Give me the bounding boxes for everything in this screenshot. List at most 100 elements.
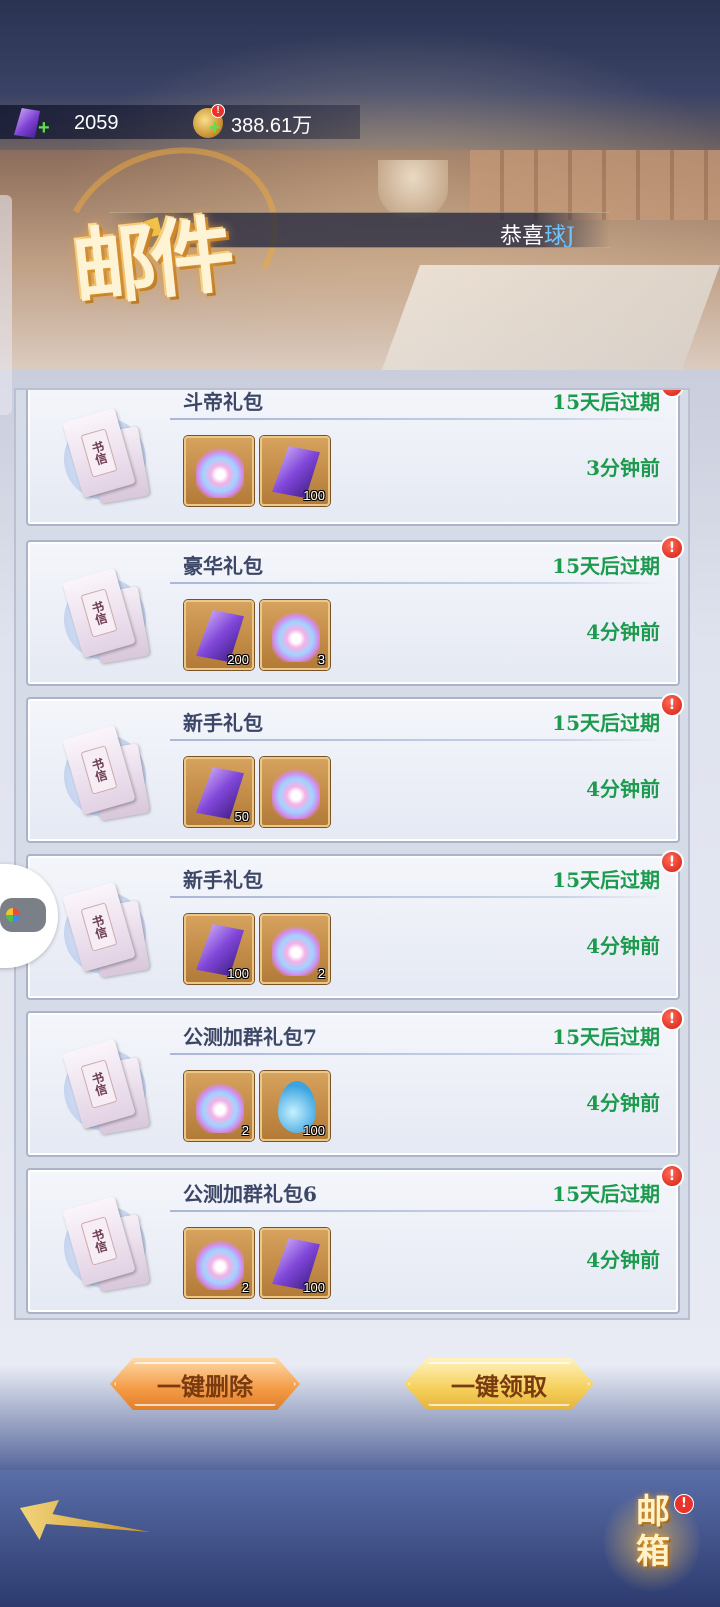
reward-qty: 100	[303, 1123, 325, 1138]
shelf-decoration	[470, 150, 720, 220]
envelope-icon: 书信	[58, 1035, 162, 1135]
mail-time: 4分钟前	[586, 620, 660, 644]
mailbox-alert-icon: !	[674, 1494, 694, 1514]
mail-item[interactable]: 书信 新手礼包 15天后过期 100 2 4分钟前 !	[26, 850, 684, 1000]
gem-amount: 2059	[74, 111, 119, 134]
mail-time: 4分钟前	[586, 934, 660, 958]
mail-expire: 15天后过期	[552, 868, 660, 892]
mail-item[interactable]: 书信 豪华礼包 15天后过期 200 3 4分钟前 !	[26, 536, 684, 686]
envelope-icon: 书信	[58, 564, 162, 664]
mail-title: 公测加群礼包7	[183, 1025, 317, 1049]
reward-slot[interactable]: 3	[260, 600, 330, 670]
reward-slot[interactable]: 2	[184, 1228, 254, 1298]
mail-divider	[170, 418, 664, 420]
lotus-icon	[196, 1238, 244, 1290]
mail-time: 4分钟前	[586, 777, 660, 801]
purple-gem-icon	[14, 108, 40, 138]
reward-slot[interactable]: 200	[184, 600, 254, 670]
lotus-icon	[272, 610, 320, 662]
reward-qty: 2	[241, 1280, 249, 1295]
claim-all-label: 一键领取	[451, 1371, 547, 1401]
delete-all-button[interactable]: 一键删除	[110, 1358, 300, 1410]
mail-list[interactable]: 书信 斗帝礼包 15天后过期 100 3分钟前 ! 书信 豪华礼包 15天后过期…	[14, 388, 690, 1320]
reward-slot[interactable]: 100	[260, 1228, 330, 1298]
coin-amount: 388.61万	[231, 114, 313, 137]
mail-divider	[170, 1210, 664, 1212]
mail-title: 新手礼包	[183, 868, 263, 892]
reward-slot[interactable]: 100	[184, 914, 254, 984]
reward-qty: 100	[227, 966, 249, 981]
broadcast-text: 恭喜球J	[500, 218, 575, 250]
add-coins-icon[interactable]: +	[209, 118, 225, 138]
mail-item[interactable]: 书信 公测加群礼包6 15天后过期 2 100 4分钟前 !	[26, 1164, 684, 1314]
lotus-icon	[196, 1081, 244, 1133]
reward-qty: 50	[234, 809, 249, 824]
mail-item[interactable]: 书信 公测加群礼包7 15天后过期 2 100 4分钟前 !	[26, 1007, 684, 1157]
paper-decoration	[379, 265, 720, 370]
unread-alert-icon: !	[660, 1007, 684, 1031]
envelope-icon: 书信	[58, 721, 162, 821]
reward-slot[interactable]: 100	[260, 1071, 330, 1141]
envelope-label: 书信	[80, 428, 118, 478]
reward-slot[interactable]: 100	[260, 436, 330, 506]
mail-title: 豪华礼包	[183, 554, 263, 578]
reward-qty: 3	[317, 652, 325, 667]
coin-alert-icon: !	[211, 104, 225, 118]
unread-alert-icon: !	[660, 536, 684, 560]
reward-slot[interactable]: 2	[184, 1071, 254, 1141]
gamepad-icon	[0, 898, 46, 932]
mail-divider	[170, 896, 664, 898]
delete-all-label: 一键删除	[157, 1371, 253, 1401]
mail-divider	[170, 739, 664, 741]
envelope-label: 书信	[80, 745, 118, 795]
unread-alert-icon: !	[660, 693, 684, 717]
reward-qty: 100	[303, 1280, 325, 1295]
page-title: 邮件	[67, 204, 234, 319]
envelope-icon: 书信	[58, 878, 162, 978]
mail-divider	[170, 1053, 664, 1055]
mail-expire: 15天后过期	[552, 390, 660, 414]
envelope-label: 书信	[80, 1216, 118, 1266]
mail-expire: 15天后过期	[552, 554, 660, 578]
mail-item[interactable]: 书信 斗帝礼包 15天后过期 100 3分钟前 !	[26, 390, 684, 526]
reward-slot[interactable]	[260, 757, 330, 827]
lotus-icon	[196, 446, 244, 498]
envelope-label: 书信	[80, 902, 118, 952]
coin-counter[interactable]: ! + 388.61万	[193, 104, 313, 140]
mail-expire: 15天后过期	[552, 1182, 660, 1206]
unread-alert-icon: !	[660, 850, 684, 874]
reward-qty: 200	[227, 652, 249, 667]
reward-slot[interactable]	[184, 436, 254, 506]
broadcast-message: 恭喜	[500, 224, 545, 249]
mail-time: 4分钟前	[586, 1091, 660, 1115]
mail-time: 4分钟前	[586, 1248, 660, 1272]
lotus-icon	[272, 924, 320, 976]
add-gems-icon[interactable]: +	[38, 118, 54, 138]
lotus-icon	[272, 767, 320, 819]
envelope-label: 书信	[80, 1059, 118, 1109]
envelope-label: 书信	[80, 588, 118, 638]
claim-all-button[interactable]: 一键领取	[404, 1358, 594, 1410]
mail-expire: 15天后过期	[552, 1025, 660, 1049]
side-drawer-handle[interactable]	[0, 195, 12, 415]
mail-divider	[170, 582, 664, 584]
envelope-icon: 书信	[58, 1192, 162, 1292]
reward-slot[interactable]: 2	[260, 914, 330, 984]
mail-title: 新手礼包	[183, 711, 263, 735]
mail-title: 公测加群礼包6	[183, 1182, 317, 1206]
reward-qty: 100	[303, 488, 325, 503]
reward-qty: 2	[241, 1123, 249, 1138]
mail-item[interactable]: 书信 新手礼包 15天后过期 50 4分钟前 !	[26, 693, 684, 843]
unread-alert-icon: !	[660, 1164, 684, 1188]
gem-counter[interactable]: + 2059	[14, 106, 119, 140]
mail-title: 斗帝礼包	[183, 390, 263, 414]
mailbox-label: 邮箱	[636, 1492, 670, 1572]
reward-qty: 2	[317, 966, 325, 981]
mail-time: 3分钟前	[586, 456, 660, 480]
teacup-decoration	[378, 160, 448, 218]
unread-alert-icon: !	[660, 390, 684, 398]
mail-expire: 15天后过期	[552, 711, 660, 735]
reward-slot[interactable]: 50	[184, 757, 254, 827]
broadcast-player-name: 球J	[544, 224, 575, 249]
envelope-icon: 书信	[58, 404, 162, 504]
